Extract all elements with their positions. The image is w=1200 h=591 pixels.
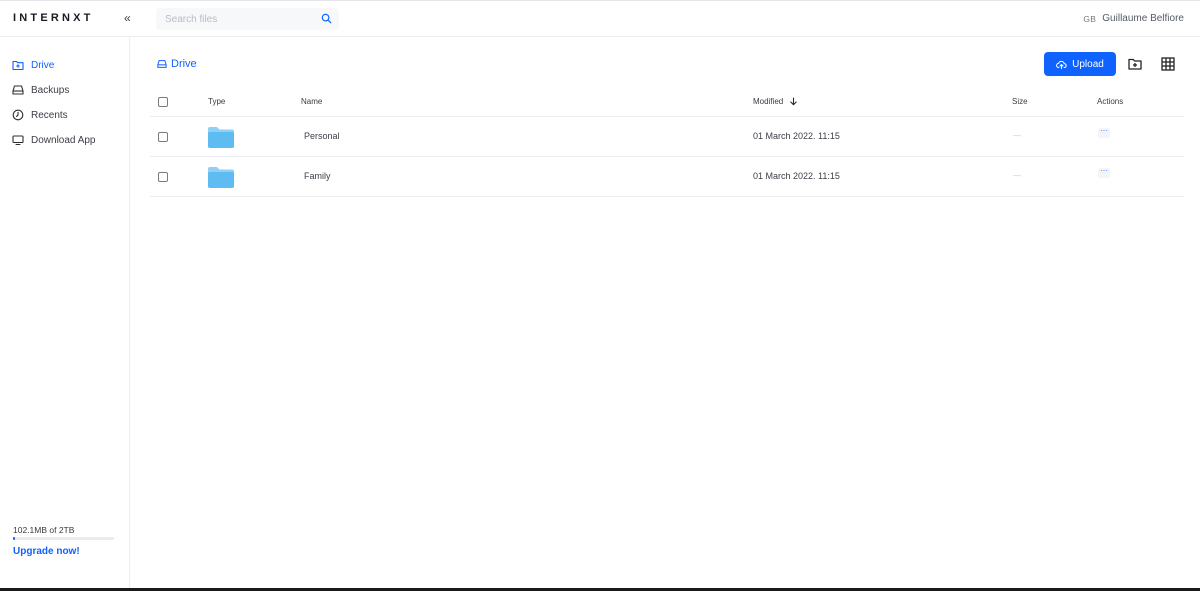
sidebar-item-label: Recents (31, 109, 68, 121)
file-name[interactable]: Family (304, 171, 331, 181)
new-folder-icon[interactable] (1127, 56, 1143, 72)
cloud-upload-icon (1056, 60, 1067, 69)
storage-usage-bar (13, 537, 114, 540)
folder-icon (208, 167, 234, 188)
storage-usage-fill (13, 537, 16, 540)
sidebar-item-drive[interactable]: Drive (12, 57, 54, 73)
search-input[interactable] (165, 11, 315, 27)
arrow-down-icon[interactable] (789, 97, 798, 106)
upload-label: Upload (1072, 58, 1104, 70)
breadcrumb-label[interactable]: Drive (171, 58, 197, 70)
grid-view-icon[interactable] (1160, 56, 1176, 72)
sidebar-item-label: Download App (31, 134, 96, 146)
top-bar: INTERNXT « GB Guillaume Belfiore (0, 0, 1200, 37)
upload-button[interactable]: Upload (1044, 52, 1116, 76)
column-header-modified[interactable]: Modified (753, 97, 798, 106)
file-size: — (1013, 171, 1021, 180)
row-actions-button[interactable]: ··· (1098, 127, 1110, 138)
sidebar: Drive Backups Recents Download App 102.1… (0, 37, 130, 591)
table-row[interactable]: Personal 01 March 2022. 11:15 — ··· (150, 117, 1184, 157)
storage-usage-text: 102.1MB of 2TB (13, 525, 75, 535)
sidebar-item-backups[interactable]: Backups (12, 82, 69, 98)
app-logo: INTERNXT (13, 12, 94, 24)
column-header-type[interactable]: Type (208, 97, 225, 106)
column-header-actions: Actions (1097, 97, 1124, 106)
folder-icon (208, 127, 234, 148)
sidebar-item-recents[interactable]: Recents (12, 107, 68, 123)
search-box[interactable] (156, 8, 339, 30)
select-all-checkbox[interactable] (158, 97, 168, 107)
collapse-sidebar-button[interactable]: « (124, 11, 131, 25)
sidebar-item-label: Backups (31, 84, 70, 96)
sidebar-item-download-app[interactable]: Download App (12, 132, 96, 148)
monitor-icon (12, 135, 24, 146)
sidebar-item-label: Drive (31, 59, 55, 71)
user-name[interactable]: Guillaume Belfiore (1102, 13, 1184, 24)
hard-drive-icon (157, 60, 167, 68)
row-actions-button[interactable]: ··· (1098, 167, 1110, 178)
column-header-name[interactable]: Name (301, 97, 322, 106)
modified-date: 01 March 2022. 11:15 (753, 131, 840, 141)
upgrade-link[interactable]: Upgrade now! (13, 546, 80, 557)
clock-icon (12, 109, 24, 121)
breadcrumb[interactable]: Drive (157, 58, 197, 70)
file-size: — (1013, 131, 1021, 140)
file-name[interactable]: Personal (304, 131, 340, 141)
search-icon[interactable] (321, 13, 332, 24)
column-header-modified-label[interactable]: Modified (753, 97, 783, 106)
avatar[interactable]: GB (1083, 14, 1096, 24)
table-header: Type Name Modified Size Actions (150, 90, 1184, 117)
table-row[interactable]: Family 01 March 2022. 11:15 — ··· (150, 157, 1184, 197)
user-menu[interactable]: GB Guillaume Belfiore (1083, 13, 1184, 24)
hard-drive-icon (12, 85, 24, 95)
modified-date: 01 March 2022. 11:15 (753, 171, 840, 181)
folder-plus-icon (12, 60, 24, 71)
row-checkbox[interactable] (158, 172, 168, 182)
column-header-size[interactable]: Size (1012, 97, 1028, 106)
row-checkbox[interactable] (158, 132, 168, 142)
